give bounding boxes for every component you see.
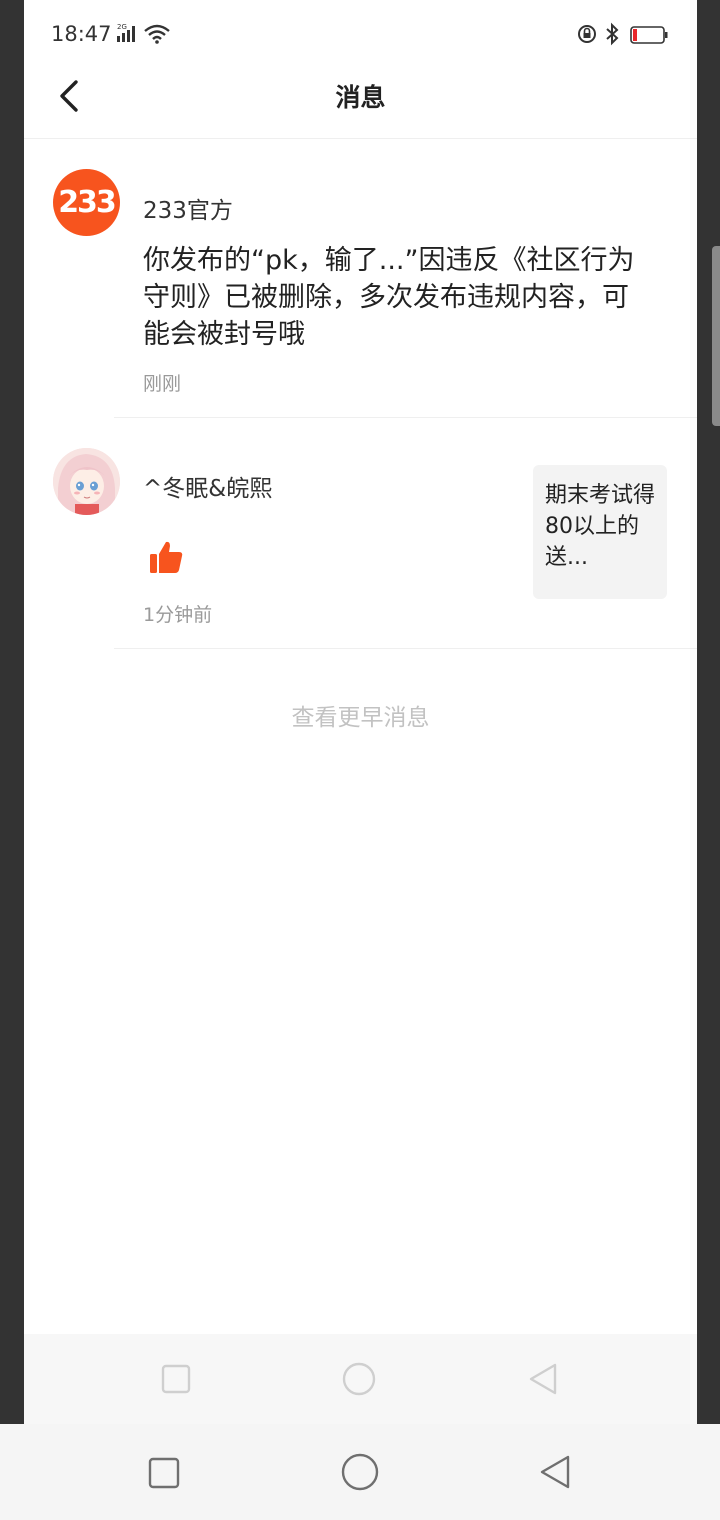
device-bezel-left [0,0,24,1424]
divider [114,648,697,649]
anime-girl-avatar[interactable] [53,448,120,515]
page-title: 消息 [335,83,386,112]
message-time: 刚刚 [143,373,182,395]
battery-icon [630,26,668,44]
signal-icon: 2G [117,23,135,42]
avatar-233-official[interactable]: 233 [53,169,120,236]
lock-rotation-icon [578,25,596,43]
avatar-illustration [53,448,120,515]
edge-panel-handle[interactable] [712,246,720,426]
message-item[interactable]: 233 233官方 你发布的“pk，输了...”因违反《社区行为守则》已被删除，… [24,139,697,418]
back-icon[interactable] [527,1362,559,1396]
message-item[interactable]: ^冬眠&皖熙 1分钟前 期末考试得80以上的送... [24,419,697,649]
status-time: 18:47 [51,22,112,46]
recent-apps-icon[interactable] [148,1457,180,1489]
divider [114,417,697,418]
back-icon[interactable] [538,1454,572,1490]
message-body: 你发布的“pk，输了...”因违反《社区行为守则》已被删除，多次发布违规内容，可… [143,245,635,350]
avatar-logo-text: 233 [58,185,117,220]
load-earlier-messages-link[interactable]: 查看更早消息 [24,698,697,732]
sender-name[interactable]: ^冬眠&皖熙 [143,469,272,503]
app-screen: 18:47 2G 消息 233 233官方 你发布的“pk，输了...”因违反《… [24,0,697,1424]
signal-label: 2G [117,23,127,31]
post-preview-card[interactable]: 期末考试得80以上的送... [533,465,667,599]
message-time: 1分钟前 [143,604,213,626]
home-icon[interactable] [341,1361,377,1397]
home-icon[interactable] [340,1452,380,1492]
device-bezel-right [697,0,720,1424]
thumbs-up-icon [150,541,183,573]
status-bar: 18:47 2G [24,0,697,64]
wifi-icon [144,24,170,44]
sender-name[interactable]: 233官方 [143,191,233,225]
recent-apps-icon[interactable] [161,1364,191,1394]
system-navigation-bar [0,1424,720,1520]
top-app-bar: 消息 [24,64,697,139]
ghost-navigation-bar [24,1334,697,1424]
bluetooth-icon [606,22,619,46]
